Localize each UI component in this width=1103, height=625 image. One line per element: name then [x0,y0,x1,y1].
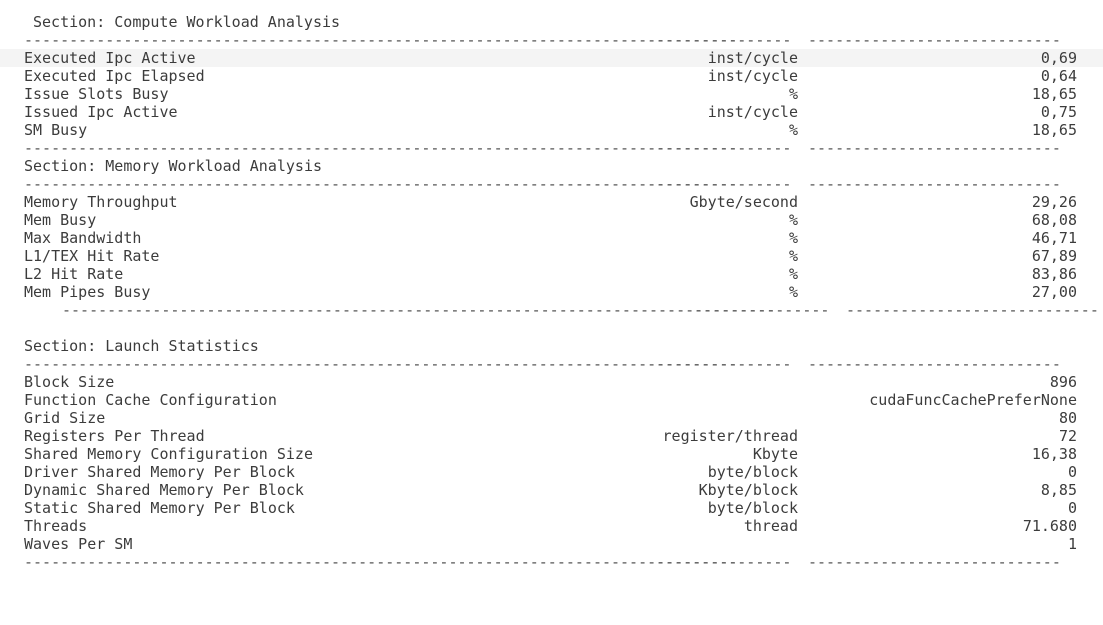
metric-value: 1 [1067,535,1077,553]
metric-value: 16,38 [1031,445,1077,463]
metric-value: 0,75 [1040,103,1077,121]
metric-value: 18,65 [1031,121,1077,139]
separator: ----------------------------------------… [24,139,1061,157]
metric-value: 29,26 [1031,193,1077,211]
metric-unit: thread [743,517,798,535]
metric-row: L2 Hit Rate % 83,86 [0,265,1103,283]
metric-name: L2 Hit Rate [24,265,124,283]
metric-name: Static Shared Memory Per Block [24,499,295,517]
metric-unit: byte/block [707,499,798,517]
metric-value: 0 [1067,499,1077,517]
separator: ----------------------------------------… [24,553,1061,571]
metric-unit: % [788,85,798,103]
metric-row: Issued Ipc Active inst/cycle 0,75 [0,103,1103,121]
section-title-compute: Section: Compute Workload Analysis [33,13,341,31]
metric-name: Threads [24,517,88,535]
metric-name: Executed Ipc Active [24,49,196,67]
metric-unit: Kbyte/block [698,481,798,499]
metric-row: Executed Ipc Elapsed inst/cycle 0,64 [0,67,1103,85]
metric-name: Mem Pipes Busy [24,283,151,301]
metric-row: Mem Busy % 68,08 [0,211,1103,229]
metric-name: Waves Per SM [24,535,133,553]
metric-row: Static Shared Memory Per Block byte/bloc… [0,499,1103,517]
metric-name: Shared Memory Configuration Size [24,445,313,463]
metric-value: 67,89 [1031,247,1077,265]
metric-unit: byte/block [707,463,798,481]
metric-row: L1/TEX Hit Rate % 67,89 [0,247,1103,265]
metric-value: 68,08 [1031,211,1077,229]
metric-row: Grid Size 80 [0,409,1103,427]
metric-row: Driver Shared Memory Per Block byte/bloc… [0,463,1103,481]
metric-row: Executed Ipc Active inst/cycle 0,69 [0,49,1103,67]
metric-unit: Kbyte [752,445,798,463]
metric-row: Waves Per SM 1 [0,535,1103,553]
metric-row: Registers Per Thread register/thread 72 [0,427,1103,445]
metric-name: Block Size [24,373,115,391]
metric-unit: inst/cycle [707,49,798,67]
metric-value: 72 [1058,427,1077,445]
metric-row: Issue Slots Busy % 18,65 [0,85,1103,103]
metric-name: Dynamic Shared Memory Per Block [24,481,304,499]
separator: ----------------------------------------… [24,355,1061,373]
separator: ----------------------------------------… [24,175,1061,193]
metric-unit: inst/cycle [707,67,798,85]
metric-name: SM Busy [24,121,88,139]
metric-row: Mem Pipes Busy % 27,00 [0,283,1103,301]
metric-unit: % [788,229,798,247]
metric-name: Registers Per Thread [24,427,205,445]
metric-name: Memory Throughput [24,193,178,211]
metric-unit: inst/cycle [707,103,798,121]
metric-name: Function Cache Configuration [24,391,277,409]
metric-row: Dynamic Shared Memory Per Block Kbyte/bl… [0,481,1103,499]
metric-unit: % [788,265,798,283]
metric-value: 27,00 [1031,283,1077,301]
metric-row: Function Cache Configuration cudaFuncCac… [0,391,1103,409]
metric-unit: register/thread [662,427,798,445]
metric-unit: % [788,121,798,139]
separator: ----------------------------------------… [62,301,1099,319]
metric-name: Grid Size [24,409,106,427]
metric-name: Mem Busy [24,211,97,229]
metric-name: Issued Ipc Active [24,103,178,121]
metric-value: 18,65 [1031,85,1077,103]
metric-value: 0 [1067,463,1077,481]
metric-value: 80 [1058,409,1077,427]
section-title-launch: Section: Launch Statistics [24,337,259,355]
metric-row: SM Busy % 18,65 [0,121,1103,139]
metric-unit: Gbyte/second [689,193,798,211]
metric-value: 8,85 [1040,481,1077,499]
metric-value: cudaFuncCachePreferNone [869,391,1077,409]
metric-unit: % [788,247,798,265]
metric-value: 46,71 [1031,229,1077,247]
metric-value: 896 [1049,373,1077,391]
metric-unit: % [788,283,798,301]
metric-value: 71.680 [1022,517,1077,535]
metric-name: Max Bandwidth [24,229,142,247]
metric-row: Block Size 896 [0,373,1103,391]
metric-value: 83,86 [1031,265,1077,283]
separator: ----------------------------------------… [24,31,1061,49]
metric-row: Threads thread 71.680 [0,517,1103,535]
metric-row: Shared Memory Configuration Size Kbyte 1… [0,445,1103,463]
section-title-memory: Section: Memory Workload Analysis [24,157,323,175]
metric-row: Memory Throughput Gbyte/second 29,26 [0,193,1103,211]
metric-name: Driver Shared Memory Per Block [24,463,295,481]
metric-name: Issue Slots Busy [24,85,169,103]
metric-value: 0,69 [1040,49,1077,67]
metric-name: L1/TEX Hit Rate [24,247,160,265]
metric-name: Executed Ipc Elapsed [24,67,205,85]
metric-value: 0,64 [1040,67,1077,85]
metric-row: Max Bandwidth % 46,71 [0,229,1103,247]
metric-unit: % [788,211,798,229]
